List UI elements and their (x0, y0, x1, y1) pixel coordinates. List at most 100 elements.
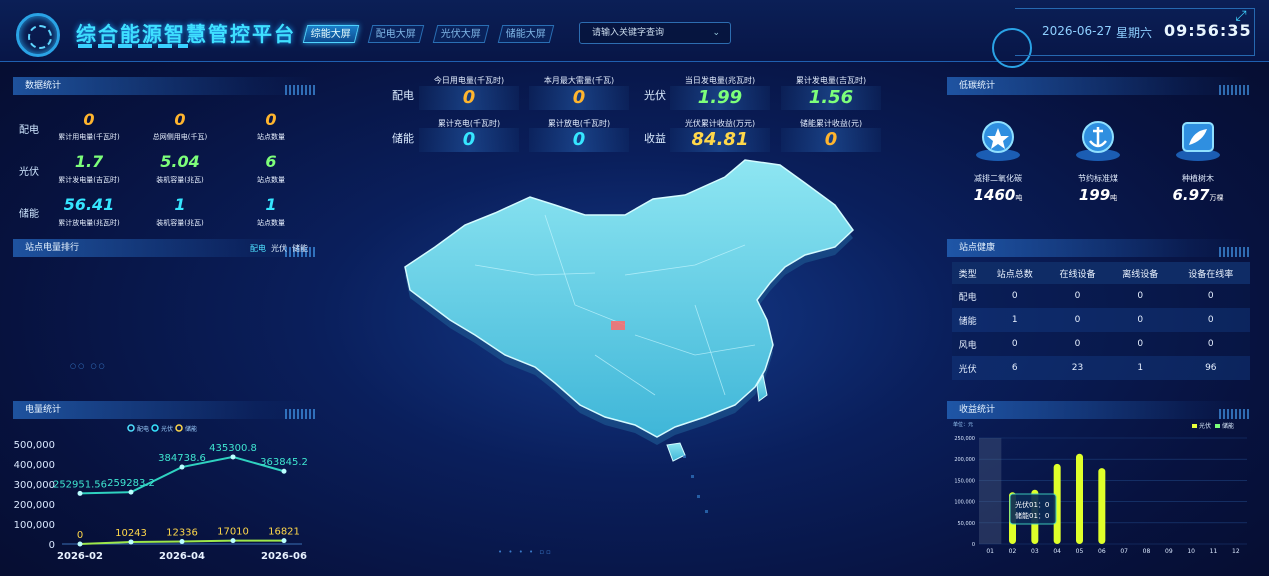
stat-value: 5.04 (160, 152, 200, 171)
stat-label: 装机容量(兆瓦) (156, 176, 204, 184)
x-tick-label: 09 (1165, 548, 1173, 555)
rank-tab-dist[interactable]: 配电 (250, 243, 266, 254)
decoration: • • • • ▫▫ (498, 548, 553, 556)
stat-value: 1 (265, 195, 277, 214)
data-point (77, 490, 83, 496)
x-tick-label: 06 (1098, 548, 1106, 555)
metric-label-income: 收益 (644, 132, 666, 145)
x-tick-label: 10 (1187, 548, 1195, 555)
metric-value: 0 (419, 86, 519, 110)
data-point (230, 538, 236, 544)
stat-label: 累计用电量(千瓦时) (58, 133, 120, 141)
metric-value: 0 (419, 128, 519, 152)
metric-label: 累计发电量(吉瓦时) (795, 76, 867, 85)
app-title: 综合能源智慧管控平台 (76, 22, 296, 46)
data-point (281, 468, 287, 474)
y-tick-label: 100,000 (14, 520, 55, 531)
tab-pv[interactable]: 光伏大屏 (432, 25, 490, 43)
stat-value: 0 (174, 110, 186, 129)
china-map[interactable] (395, 155, 875, 525)
tree-planting-icon (1176, 122, 1220, 161)
health-title: 站点健康 (947, 239, 1249, 257)
tab-distribution[interactable]: 配电大屏 (367, 25, 425, 43)
health-table: 类型 站点总数 在线设备 离线设备 设备在线率 配电 0 0 0 0 储能 1 0 0 0 风电… (952, 262, 1250, 380)
legend-marker (175, 424, 183, 432)
data-point (281, 538, 287, 544)
search-select[interactable]: 请输入关键字查询 ⌄ (579, 22, 731, 44)
metric-label: 本月最大需量(千瓦) (543, 76, 615, 85)
data-point (179, 539, 185, 545)
x-tick-label: 01 (986, 548, 994, 555)
table-header: 在线设备 (1046, 262, 1109, 284)
energy-line-chart: 配电 光伏 储能 500,000 400,000 300,000 200,000 100,00… (14, 424, 308, 562)
table-header: 设备在线率 (1171, 262, 1250, 284)
eco-label: 节约标准煤 (1078, 174, 1118, 183)
rank-tab-storage[interactable]: 储能 (292, 243, 308, 254)
decoration: ○○ ○○ (70, 362, 107, 370)
table-header: 离线设备 (1108, 262, 1172, 284)
y-tick-label: 0 (49, 540, 55, 551)
hover-band (979, 438, 1002, 544)
top-bar: 综合能源智慧管控平台 综能大屏 配电大屏 光伏大屏 储能大屏 请输入关键字查询 ⌄… (0, 0, 1269, 68)
metric-value: 1.56 (781, 86, 881, 110)
bar (1076, 453, 1083, 544)
stat-label: 站点数量 (257, 176, 285, 184)
row-label-storage: 储能 (19, 209, 39, 220)
rank-tab-pv[interactable]: 光伏 (271, 243, 287, 254)
energy-stats-title: 电量统计 (13, 401, 315, 419)
chevron-down-icon: ⌄ (712, 28, 720, 38)
location-flag-icon (611, 321, 625, 330)
x-tick-label: 2026-06 (261, 551, 307, 562)
metric-value: 1.99 (670, 86, 770, 110)
tab-storage[interactable]: 储能大屏 (497, 25, 555, 43)
co2-reduction-icon (976, 121, 1020, 161)
data-stats-title: 数据统计 (13, 77, 315, 95)
fullscreen-icon[interactable]: ⤢ (1233, 8, 1249, 24)
bar (1098, 468, 1106, 544)
legend-label: 配电 (137, 425, 149, 433)
unit-label: 单位：元 (953, 421, 973, 428)
stat-value: 56.41 (63, 195, 115, 214)
data-point (230, 454, 236, 460)
data-point (128, 489, 134, 495)
data-label: 363845.2 (260, 457, 308, 468)
row-label-dist: 配电 (19, 125, 39, 136)
tooltip-line: 储能01：0 (1015, 511, 1049, 520)
data-label: 259283.2 (107, 478, 155, 489)
data-label: 252951.56 (53, 479, 107, 490)
y-tick-label: 0 (972, 542, 975, 548)
data-point (128, 539, 134, 545)
stat-value: 6 (265, 152, 277, 171)
y-tick-label: 300,000 (14, 480, 55, 491)
x-tick-label: 11 (1210, 548, 1218, 555)
eco-label: 种植树木 (1182, 174, 1214, 183)
y-tick-label: 100,000 (954, 500, 975, 506)
legend-label: 储能 (185, 425, 197, 433)
eco-value: 1460吨 (973, 186, 1023, 204)
low-carbon-title: 低碳统计 (947, 77, 1249, 95)
data-label: 10243 (115, 528, 147, 539)
metric-value: 0 (781, 128, 881, 152)
tab-overview[interactable]: 综能大屏 (302, 25, 360, 43)
stat-label: 累计放电量(兆瓦时) (58, 219, 120, 227)
metric-label: 当日发电量(兆瓦时) (684, 76, 756, 85)
metric-value: 0 (529, 128, 629, 152)
table-row: 风电 0 0 0 0 (952, 332, 1250, 356)
y-tick-label: 250,000 (954, 436, 975, 442)
x-tick-label: 12 (1232, 548, 1240, 555)
x-tick-label: 02 (1009, 548, 1017, 555)
income-stats-title: 收益统计 (947, 401, 1249, 419)
metric-label-pv: 光伏 (644, 89, 666, 102)
data-label: 16821 (268, 527, 300, 538)
stat-value: 1.7 (74, 152, 104, 171)
metric-label: 今日用电量(千瓦时) (433, 76, 505, 85)
income-bar-chart: 单位：元 光伏 储能 250,000 200,000 150,000 100,000 50,0… (953, 421, 1247, 555)
date-text: 2026-06-27 (1042, 24, 1112, 38)
legend-marker (1215, 424, 1220, 428)
x-tick-label: 03 (1031, 548, 1039, 555)
legend-label: 储能 (1222, 422, 1234, 430)
y-tick-label: 400,000 (14, 460, 55, 471)
table-row: 储能 1 0 0 0 (952, 308, 1250, 332)
eco-value: 199吨 (1078, 186, 1118, 204)
x-tick-label: 08 (1143, 548, 1151, 555)
